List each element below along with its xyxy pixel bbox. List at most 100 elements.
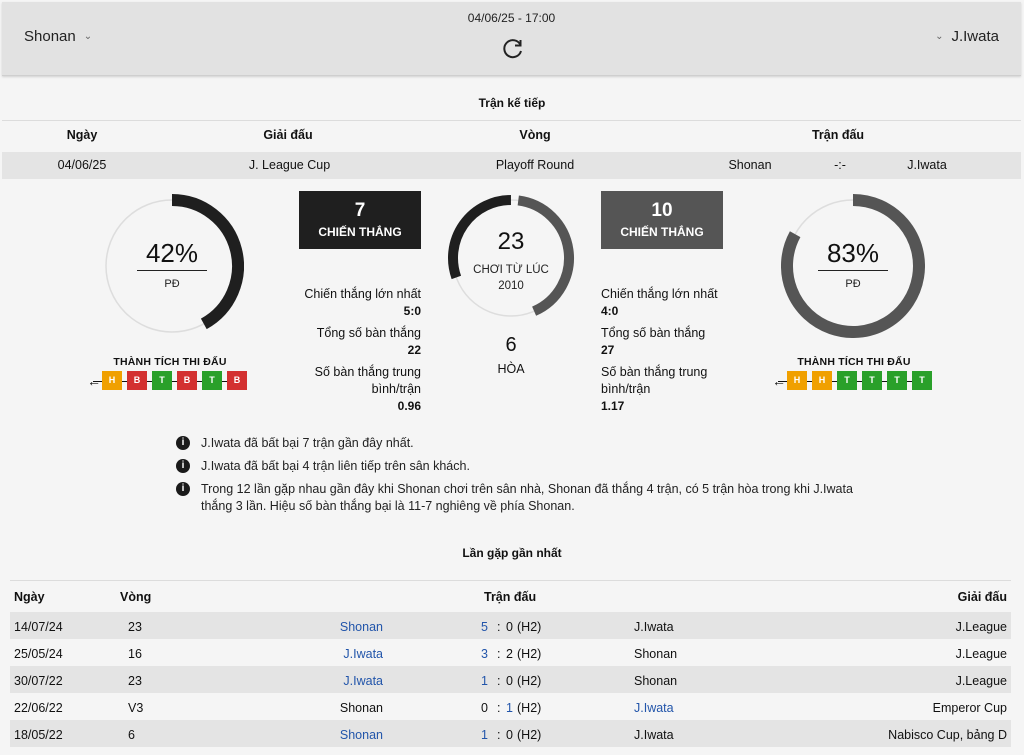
h2h-league: Nabisco Cup, bảng D [888,728,1007,742]
divider [10,580,1011,581]
away-avg-goals: 1.17 [601,399,625,413]
next-match-title: Trận kế tiếp [478,96,546,110]
h2h-home-score[interactable]: 5 [481,620,488,634]
total-ring-graphic [448,195,574,317]
draws-count: 6 [505,334,517,356]
away-biggest-win: 4:0 [601,304,619,318]
h2h-home-team[interactable]: Shonan [340,728,383,742]
h2h-score-sep: : [497,647,501,661]
h2h-table: Ngày Vòng Trận đấu Giải đấu 14/07/24 23 Sh… [10,582,1011,747]
h2h-home-score: 0 [481,701,488,715]
h2h-away-team[interactable]: J.Iwata [634,701,674,715]
home-form-title: THÀNH TÍCH THI ĐẤU [113,356,227,368]
home-team-name: Shonan [24,28,76,45]
insight-item: i J.Iwata đã bất bại 4 trận liên tiếp tr… [176,458,876,475]
h2h-away-score[interactable]: 1 [506,701,513,715]
next-match-row[interactable]: 04/06/25 J. League Cup Playoff Round Sho… [2,152,1021,179]
h2h-home-team[interactable]: J.Iwata [343,647,383,661]
home-biggest-win: 5:0 [403,304,421,318]
form-result-badge: H [102,371,122,390]
insights-list: i J.Iwata đã bất bại 7 trận gần đây nhất… [176,435,876,521]
form-result-badge: H [812,371,832,390]
h2h-col-match: Trận đấu [484,590,537,604]
h2h-score-note: (H2) [517,728,542,742]
h2h-date: 14/07/24 [14,620,63,634]
biggest-win-label: Chiến thắng lớn nhất [304,287,421,301]
h2h-row[interactable]: 25/05/24 16 J.Iwata 3:2 (H2) Shonan J.League [10,639,1011,666]
match-header: Shonan ⌄ 04/06/25 - 17:00 ⌄ J.Iwata [2,2,1021,76]
away-team-name: J.Iwata [951,28,999,45]
home-wins: 7 [354,200,366,221]
insight-text: J.Iwata đã bất bại 4 trận liên tiếp trên… [201,459,470,473]
h2h-home-score[interactable]: 3 [481,647,488,661]
away-total-goals: 27 [601,343,615,357]
next-round: Playoff Round [495,158,575,172]
h2h-away-team: Shonan [634,647,678,661]
h2h-away-score: 2 [506,647,513,661]
played-since-label: CHƠI TỪ LÚC [473,264,549,276]
info-icon: i [176,459,190,473]
next-score: -:- [834,158,846,172]
h2h-score-note: (H2) [517,674,542,688]
h2h-body: 14/07/24 23 Shonan 5:0 (H2) J.Iwata J.League 25… [10,612,1011,747]
avg-goals-label: Số bàn thắng trung bình/trận [314,365,421,396]
form-result-badge: T [152,371,172,390]
next-away: J.Iwata [907,158,947,172]
h2h-away-score: 0 [506,728,513,742]
next-date: 04/06/25 [57,158,107,172]
h2h-header: Ngày Vòng Trận đấu Giải đấu [10,582,1011,612]
total-played: 23 [497,228,525,255]
home-pct-label: PĐ [164,278,180,290]
h2h-home-score[interactable]: 1 [481,728,488,742]
played-since-year: 2010 [498,280,524,292]
form-result-badge: H [787,371,807,390]
total-goals-label: Tổng số bàn thắng [316,326,421,340]
total-matches-ring: 23 CHƠI TỪ LÚC 2010 [443,190,579,326]
h2h-row[interactable]: 14/07/24 23 Shonan 5:0 (H2) J.Iwata J.League [10,612,1011,639]
home-form-row: ← HBTBTB [87,371,247,390]
h2h-home-team: Shonan [339,701,383,715]
h2h-home-team[interactable]: J.Iwata [343,674,383,688]
h2h-home-team[interactable]: Shonan [340,620,383,634]
away-pct-label: PĐ [845,278,861,290]
home-win-rate-ring: 42% PĐ [100,194,244,338]
away-form-row: ← HHTTTT [772,371,932,390]
home-team-selector[interactable]: Shonan ⌄ [24,28,92,45]
divider [818,270,888,271]
h2h-away-team: Shonan [634,674,678,688]
h2h-score-sep: : [497,728,501,742]
insight-text: Trong 12 lần gặp nhau gần đây khi Shonan… [201,482,853,513]
form-result-badge: T [202,371,222,390]
h2h-away-team: J.Iwata [634,728,674,742]
avg-goals-label: Số bàn thắng trung bình/trận [601,365,708,396]
h2h-row[interactable]: 30/07/22 23 J.Iwata 1:0 (H2) Shonan J.League [10,666,1011,693]
away-team-selector[interactable]: ⌄ J.Iwata [935,28,999,45]
h2h-date: 25/05/24 [14,647,63,661]
form-result-badge: B [177,371,197,390]
away-win-rate-ring: 83% PĐ [781,194,925,338]
h2h-row[interactable]: 22/06/22 V3 Shonan 0:1 (H2) J.Iwata Emperor Cu… [10,693,1011,720]
form-result-badge: T [862,371,882,390]
h2h-round: 23 [128,620,142,634]
h2h-row[interactable]: 18/05/22 6 Shonan 1:0 (H2) J.Iwata Nabisco Cup… [10,720,1011,747]
home-stats: Chiến thắng lớn nhất 5:0 Tổng số bàn thắ… [290,286,421,415]
h2h-date: 22/06/22 [14,701,63,715]
divider [137,270,207,271]
form-result-badge: T [887,371,907,390]
insight-item: i J.Iwata đã bất bại 7 trận gần đây nhất… [176,435,876,452]
home-total-goals: 22 [407,343,421,357]
total-goals-label: Tổng số bàn thắng [601,326,706,340]
away-wins-label: CHIẾN THẮNG [620,225,704,239]
next-league: J. League Cup [248,158,331,172]
info-icon: i [176,436,190,450]
col-date: Ngày [66,128,98,142]
h2h-home-score[interactable]: 1 [481,674,488,688]
home-win-pct: 42% [145,238,199,268]
away-wins-box: 10 CHIẾN THẮNG [601,191,723,249]
next-match-header: Ngày Giải đấu Vòng Trận đấu [0,128,1024,148]
refresh-icon[interactable] [500,36,526,62]
home-avg-goals: 0.96 [397,399,421,413]
h2h-title: Lần gặp gần nhất [462,546,562,560]
h2h-league: J.League [955,620,1007,634]
chevron-down-icon: ⌄ [935,31,944,42]
